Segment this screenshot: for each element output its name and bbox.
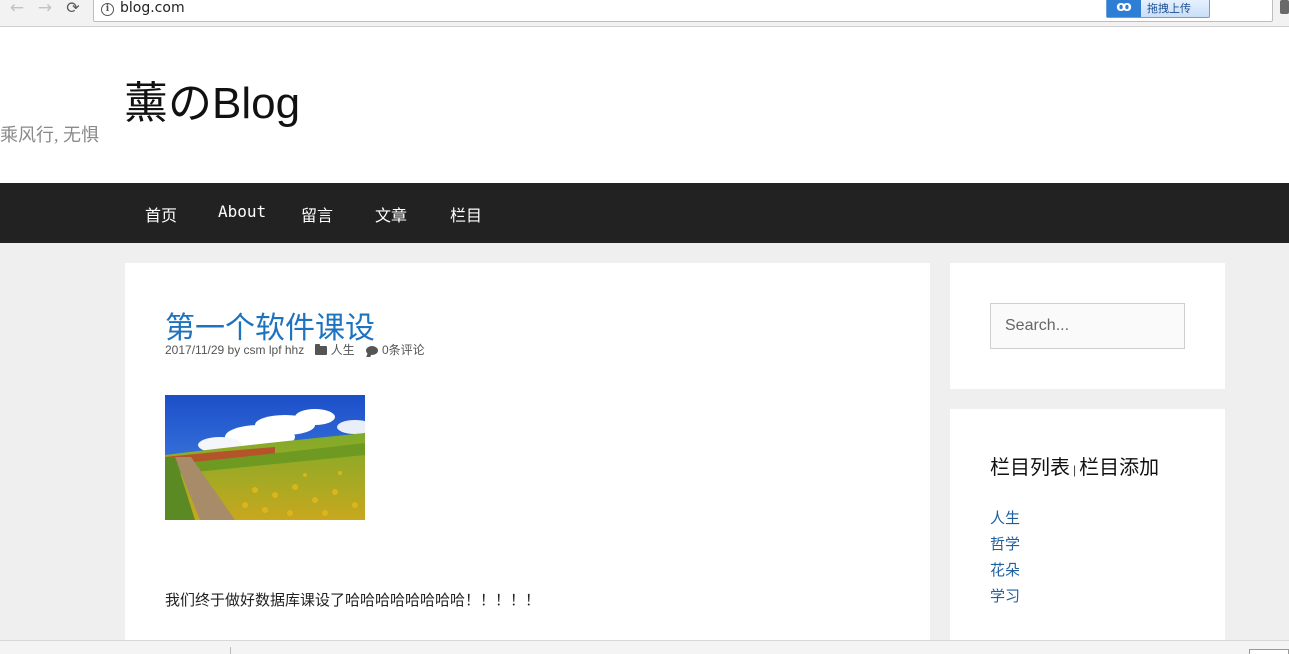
nav-item-columns[interactable]: 栏目 bbox=[450, 202, 482, 226]
forward-arrow-icon[interactable]: → bbox=[35, 0, 55, 18]
post-card: 第一个软件课设 2017/11/29 by csm lpf hhz 人生 0条评… bbox=[125, 263, 930, 654]
reload-icon[interactable]: ⟳ bbox=[63, 0, 83, 18]
landscape-image bbox=[165, 395, 365, 520]
download-bar bbox=[0, 640, 1289, 654]
post-meta: 2017/11/29 by csm lpf hhz 人生 0条评论 bbox=[165, 341, 425, 358]
search-input[interactable] bbox=[990, 303, 1185, 349]
category-widget-title: 栏目列表 | 栏目添加 bbox=[990, 451, 1159, 480]
category-list-link[interactable]: 栏目列表 bbox=[990, 457, 1070, 479]
title-separator: | bbox=[1073, 463, 1077, 477]
list-item: 哲学 bbox=[990, 533, 1020, 559]
upload-extension-button[interactable]: ꝏ 拖拽上传 bbox=[1106, 0, 1210, 18]
nav-item-home[interactable]: 首页 bbox=[145, 202, 177, 226]
category-list: 人生 哲学 花朵 学习 bbox=[990, 507, 1020, 611]
download-bar-button[interactable] bbox=[1249, 649, 1289, 654]
comment-icon bbox=[365, 346, 378, 355]
list-item: 花朵 bbox=[990, 559, 1020, 585]
browser-toolbar: ← → ⟳ i blog.com ꝏ 拖拽上传 bbox=[0, 0, 1289, 27]
cloud-upload-icon: ꝏ bbox=[1107, 0, 1141, 17]
post-category[interactable]: 人生 bbox=[331, 343, 355, 357]
post-image-sunflower-field bbox=[165, 395, 365, 520]
download-bar-divider bbox=[230, 647, 231, 654]
list-item: 人生 bbox=[990, 507, 1020, 533]
nav-item-guestbook[interactable]: 留言 bbox=[301, 202, 333, 226]
post-date[interactable]: 2017/11/29 bbox=[165, 343, 224, 357]
search-widget bbox=[950, 263, 1225, 389]
post-author[interactable]: csm lpf hhz bbox=[244, 343, 305, 357]
nav-item-articles[interactable]: 文章 bbox=[375, 202, 407, 226]
post-comments[interactable]: 0条评论 bbox=[382, 343, 425, 357]
post-by-label: by bbox=[227, 343, 241, 357]
address-bar[interactable]: i blog.com bbox=[93, 0, 1273, 22]
category-widget: 栏目列表 | 栏目添加 人生 哲学 花朵 学习 bbox=[950, 409, 1225, 654]
back-arrow-icon[interactable]: ← bbox=[7, 0, 27, 18]
site-tagline: 乘风行, 无惧 bbox=[0, 125, 99, 145]
info-icon[interactable]: i bbox=[101, 3, 114, 16]
main-nav: 首页 About 留言 文章 栏目 bbox=[0, 183, 1289, 243]
site-header: 薰のBlog 乘风行, 无惧 bbox=[0, 27, 1289, 183]
site-title[interactable]: 薰のBlog bbox=[124, 67, 300, 131]
category-link-life[interactable]: 人生 bbox=[990, 509, 1020, 527]
category-link-flowers[interactable]: 花朵 bbox=[990, 561, 1020, 579]
post-body: 我们终于做好数据库课设了哈哈哈哈哈哈哈哈！！！！！ bbox=[165, 591, 541, 609]
category-add-link[interactable]: 栏目添加 bbox=[1079, 457, 1159, 479]
extension-icon[interactable] bbox=[1280, 0, 1289, 14]
folder-icon bbox=[314, 344, 327, 355]
category-link-philosophy[interactable]: 哲学 bbox=[990, 535, 1020, 553]
extension-label: 拖拽上传 bbox=[1147, 2, 1191, 15]
url-text[interactable]: blog.com bbox=[120, 0, 185, 16]
nav-item-about[interactable]: About bbox=[218, 202, 266, 221]
category-link-study[interactable]: 学习 bbox=[990, 587, 1020, 605]
list-item: 学习 bbox=[990, 585, 1020, 611]
